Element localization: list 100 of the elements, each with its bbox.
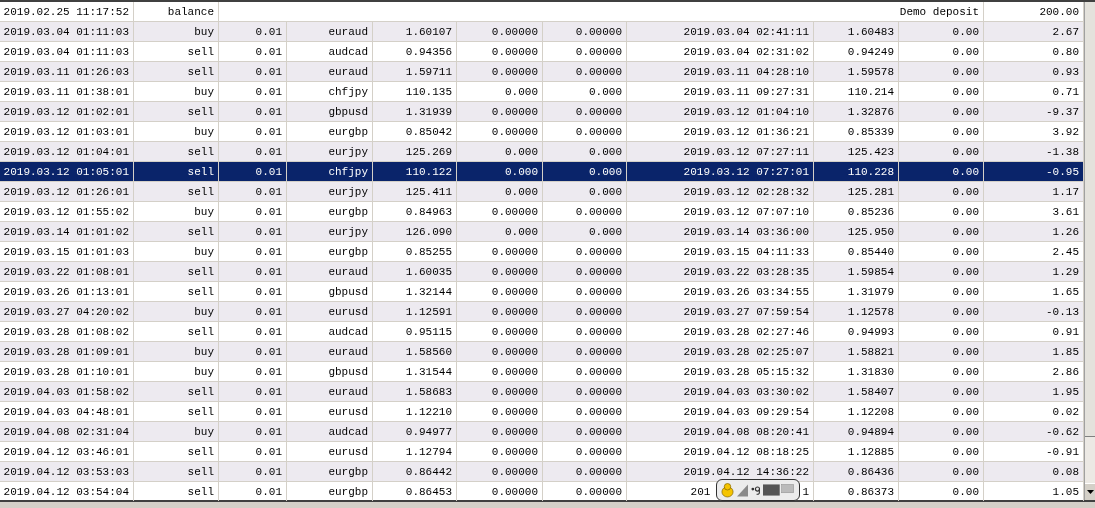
type-cell: buy: [134, 82, 219, 101]
commission-cell: 0.00: [899, 302, 984, 321]
table-row[interactable]: 2019.03.27 04:20:02 buy 0.01 eurusd 1.12591 0.00000 0.00000 2019.03.27 07:59:54 1.12578 0.00 -0.13: [0, 302, 1084, 322]
take-profit-cell: 0.000: [543, 162, 627, 181]
stop-loss-cell: 0.00000: [457, 122, 543, 141]
close-time-fragment: 201: [690, 485, 711, 498]
commission-cell: 0.00: [899, 322, 984, 341]
scrollbar[interactable]: [1084, 2, 1095, 500]
open-time-cell: 2019.03.12 01:26:01: [0, 182, 134, 201]
take-profit-cell: 0.00000: [543, 242, 627, 261]
take-profit-cell: 0.000: [543, 222, 627, 241]
price-cell: 110.135: [373, 82, 457, 101]
table-row[interactable]: 2019.03.11 01:38:01 buy 0.01 chfjpy 110.135 0.000 0.000 2019.03.11 09:27:31 110.214 0.00 0.71: [0, 82, 1084, 102]
table-row[interactable]: 2019.03.12 01:55:02 buy 0.01 eurgbp 0.84963 0.00000 0.00000 2019.03.12 07:07:10 0.85236 0.00 3.61: [0, 202, 1084, 222]
price-cell: 0.85255: [373, 242, 457, 261]
commission-cell: 0.00: [899, 42, 984, 61]
table-row[interactable]: 2019.02.25 11:17:52 balance Demo deposit 200.00: [0, 2, 1084, 22]
close-time-cell: 2019.04.12 08:18:25: [627, 442, 814, 461]
comment-cell: Demo deposit: [219, 2, 984, 21]
table-row[interactable]: 2019.03.15 01:01:03 buy 0.01 eurgbp 0.85255 0.00000 0.00000 2019.03.15 04:11:33 0.85440 0.00 2.45: [0, 242, 1084, 262]
stop-loss-cell: 0.00000: [457, 362, 543, 381]
table-row[interactable]: 2019.03.12 01:26:01 sell 0.01 eurjpy 125.411 0.000 0.000 2019.03.12 02:28:32 125.281 0.00 1.17: [0, 182, 1084, 202]
symbol-cell: euraud: [287, 382, 373, 401]
open-time-cell: 2019.03.15 01:01:03: [0, 242, 134, 261]
price-cell: 1.32876: [814, 102, 899, 121]
close-time-cell: 2019.03.26 03:34:55: [627, 282, 814, 301]
type-cell: buy: [134, 22, 219, 41]
close-time-cell: 2019.03.04 02:31:02: [627, 42, 814, 61]
price-cell: 1.58560: [373, 342, 457, 361]
size-cell: 0.01: [219, 22, 287, 41]
table-row[interactable]: 2019.03.26 01:13:01 sell 0.01 gbpusd 1.32144 0.00000 0.00000 2019.03.26 03:34:55 1.31979 0.00 1.65: [0, 282, 1084, 302]
type-cell: buy: [134, 342, 219, 361]
stop-loss-cell: 0.00000: [457, 442, 543, 461]
close-time-cell: 2019.03.12 07:07:10: [627, 202, 814, 221]
stop-loss-cell: 0.00000: [457, 402, 543, 421]
close-time-cell: 2019.03.27 07:59:54: [627, 302, 814, 321]
open-time-cell: 2019.03.22 01:08:01: [0, 262, 134, 281]
size-cell: 0.01: [219, 142, 287, 161]
take-profit-cell: 0.00000: [543, 102, 627, 121]
price-cell: 125.281: [814, 182, 899, 201]
type-cell: sell: [134, 322, 219, 341]
type-cell: sell: [134, 102, 219, 121]
commission-cell: 0.00: [899, 182, 984, 201]
table-row[interactable]: 2019.04.12 03:53:03 sell 0.01 eurgbp 0.86442 0.00000 0.00000 2019.04.12 14:36:22 0.86436 0.00 0.08: [0, 462, 1084, 482]
symbol-cell: eurgbp: [287, 462, 373, 481]
table-row[interactable]: 2019.03.11 01:26:03 sell 0.01 euraud 1.59711 0.00000 0.00000 2019.03.11 04:28:10 1.59578 0.00 0.93: [0, 62, 1084, 82]
commission-cell: 0.00: [899, 422, 984, 441]
table-row[interactable]: 2019.03.22 01:08:01 sell 0.01 euraud 1.60035 0.00000 0.00000 2019.03.22 03:28:35 1.59854 0.00 1.29: [0, 262, 1084, 282]
price-cell: 110.228: [814, 162, 899, 181]
commission-cell: 0.00: [899, 462, 984, 481]
stop-loss-cell: 0.00000: [457, 422, 543, 441]
scrollbar-thumb[interactable]: [1085, 2, 1095, 437]
type-cell: sell: [134, 442, 219, 461]
table-row[interactable]: 2019.03.12 01:02:01 sell 0.01 gbpusd 1.31939 0.00000 0.00000 2019.03.12 01:04:10 1.32876 0.00 -9.37: [0, 102, 1084, 122]
table-row[interactable]: 2019.04.03 04:48:01 sell 0.01 eurusd 1.12210 0.00000 0.00000 2019.04.03 09:29:54 1.12208 0.00 0.02: [0, 402, 1084, 422]
table-row[interactable]: 2019.04.12 03:46:01 sell 0.01 eurusd 1.12794 0.00000 0.00000 2019.04.12 08:18:25 1.12885 0.00 -0.91: [0, 442, 1084, 462]
table-row[interactable]: 2019.03.12 01:03:01 buy 0.01 eurgbp 0.85042 0.00000 0.00000 2019.03.12 01:36:21 0.85339 0.00 3.92: [0, 122, 1084, 142]
size-cell: 0.01: [219, 162, 287, 181]
take-profit-cell: 0.00000: [543, 22, 627, 41]
commission-cell: 0.00: [899, 142, 984, 161]
type-cell: sell: [134, 222, 219, 241]
take-profit-cell: 0.00000: [543, 302, 627, 321]
table-row[interactable]: 2019.03.28 01:10:01 buy 0.01 gbpusd 1.31544 0.00000 0.00000 2019.03.28 05:15:32 1.31830 0.00 2.86: [0, 362, 1084, 382]
price-cell: 0.85236: [814, 202, 899, 221]
stop-loss-cell: 0.00000: [457, 322, 543, 341]
punctuation-icon[interactable]: [751, 485, 761, 495]
ime-toolbar[interactable]: [716, 479, 800, 501]
open-time-cell: 2019.03.11 01:26:03: [0, 62, 134, 81]
price-cell: 0.85339: [814, 122, 899, 141]
table-row[interactable]: 2019.03.12 01:05:01 sell 0.01 chfjpy 110.122 0.000 0.000 2019.03.12 07:27:01 110.228 0.00 -0.95: [0, 162, 1084, 182]
keyboard-icon[interactable]: [763, 483, 795, 497]
price-cell: 1.31544: [373, 362, 457, 381]
close-time-cell: 2019.03.11 04:28:10: [627, 62, 814, 81]
penguin-icon[interactable]: [721, 482, 734, 498]
price-cell: 0.94894: [814, 422, 899, 441]
table-row[interactable]: 2019.04.08 02:31:04 buy 0.01 audcad 0.94977 0.00000 0.00000 2019.04.08 08:20:41 0.94894 0.00 -0.62: [0, 422, 1084, 442]
open-time-cell: 2019.03.12 01:04:01: [0, 142, 134, 161]
table-row[interactable]: 2019.03.04 01:11:03 sell 0.01 audcad 0.94356 0.00000 0.00000 2019.03.04 02:31:02 0.94249 0.00 0.80: [0, 42, 1084, 62]
table-row[interactable]: 2019.04.03 01:58:02 sell 0.01 euraud 1.58683 0.00000 0.00000 2019.04.03 03:30:02 1.58407 0.00 1.95: [0, 382, 1084, 402]
size-cell: 0.01: [219, 202, 287, 221]
table-row[interactable]: 2019.03.14 01:01:02 sell 0.01 eurjpy 126.090 0.000 0.000 2019.03.14 03:36:00 125.950 0.00 1.26: [0, 222, 1084, 242]
size-cell: 0.01: [219, 182, 287, 201]
commission-cell: 0.00: [899, 222, 984, 241]
price-cell: 0.95115: [373, 322, 457, 341]
close-time-cell: 2019.04.03 09:29:54: [627, 402, 814, 421]
table-row[interactable]: 2019.03.28 01:09:01 buy 0.01 euraud 1.58560 0.00000 0.00000 2019.03.28 02:25:07 1.58821 0.00 1.85: [0, 342, 1084, 362]
table-row[interactable]: 2019.03.04 01:11:03 buy 0.01 euraud 1.60107 0.00000 0.00000 2019.03.04 02:41:11 1.60483 0.00 2.67: [0, 22, 1084, 42]
stop-loss-cell: 0.00000: [457, 22, 543, 41]
open-time-cell: 2019.03.14 01:01:02: [0, 222, 134, 241]
price-cell: 1.58821: [814, 342, 899, 361]
commission-cell: 0.00: [899, 442, 984, 461]
price-cell: 125.950: [814, 222, 899, 241]
take-profit-cell: 0.00000: [543, 462, 627, 481]
table-row[interactable]: 2019.03.28 01:08:02 sell 0.01 audcad 0.95115 0.00000 0.00000 2019.03.28 02:27:46 0.94993 0.00 0.91: [0, 322, 1084, 342]
take-profit-cell: 0.00000: [543, 402, 627, 421]
down-arrow-icon[interactable]: [1086, 490, 1094, 494]
symbol-cell: eurjpy: [287, 222, 373, 241]
table-row[interactable]: 2019.03.12 01:04:01 sell 0.01 eurjpy 125.269 0.000 0.000 2019.03.12 07:27:11 125.423 0.00 -1.38: [0, 142, 1084, 162]
size-cell: 0.01: [219, 62, 287, 81]
size-cell: 0.01: [219, 82, 287, 101]
